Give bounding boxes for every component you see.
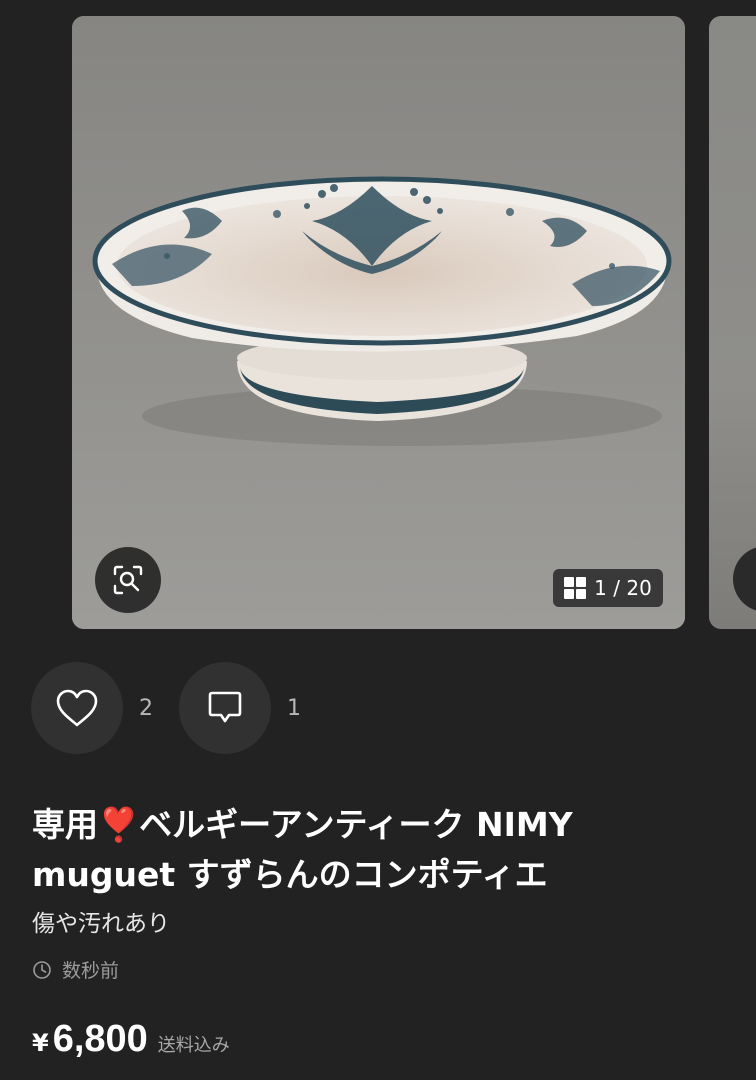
next-zoom-button <box>733 546 756 612</box>
comment-icon <box>208 691 242 723</box>
comment-button[interactable] <box>179 662 271 754</box>
item-title: 専用❣️ベルギーアンティーク NIMY muguet すずらんのコンポティエ <box>32 805 573 894</box>
image-counter-text: 1 / 20 <box>594 576 652 600</box>
currency-symbol: ¥ <box>32 1029 49 1057</box>
posted-time: 数秒前 <box>32 956 119 983</box>
price-value: 6,800 <box>52 1018 148 1060</box>
compotier-illustration <box>72 16 685 629</box>
product-photo[interactable]: 1 / 20 <box>72 16 685 629</box>
action-row: 2 1 <box>31 662 327 754</box>
comment-count: 1 <box>287 695 301 721</box>
clock-icon <box>33 960 51 979</box>
image-counter: 1 / 20 <box>553 569 663 607</box>
shipping-label: 送料込み <box>157 1035 230 1056</box>
item-detail-page: 1 / 20 2 1 専用❣️ベルギーアンティーク NIMY muguet すず… <box>0 0 756 1080</box>
image-carousel[interactable]: 1 / 20 <box>0 0 756 640</box>
heart-icon <box>56 689 98 727</box>
price-row: ¥ 6,800 送料込み <box>32 1018 230 1061</box>
item-condition: 傷や汚れあり <box>32 911 170 937</box>
zoom-scan-icon <box>113 565 143 595</box>
grid-icon[interactable] <box>564 577 587 599</box>
like-count: 2 <box>139 695 153 721</box>
posted-time-text: 数秒前 <box>62 960 120 982</box>
zoom-button[interactable] <box>95 547 161 613</box>
like-button[interactable] <box>31 662 123 754</box>
next-photo-peek[interactable] <box>709 16 756 629</box>
